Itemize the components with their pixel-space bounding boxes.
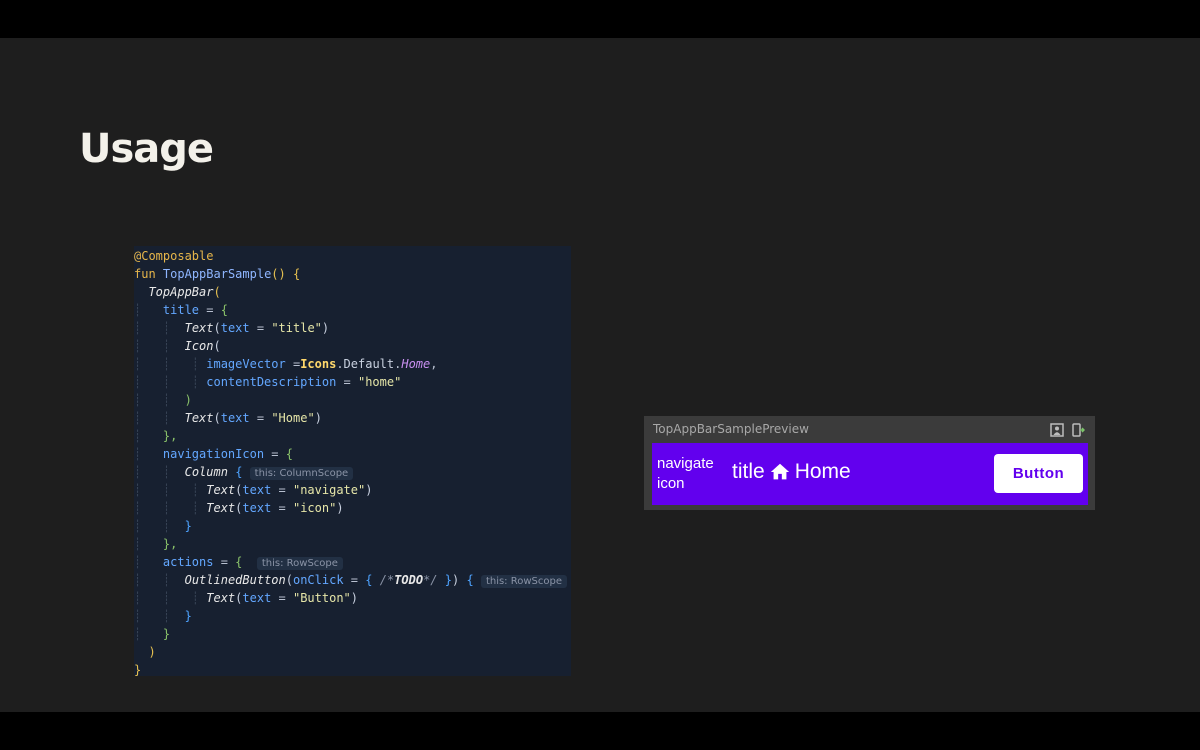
call-text: Text [206, 483, 236, 497]
code-line-18: ┊ actions = { this: RowScope [134, 553, 343, 571]
param-actions: actions [162, 555, 214, 569]
call-topappbar: TopAppBar [148, 285, 214, 299]
call-text: Text [206, 591, 236, 605]
call-icon: Icon [184, 339, 214, 353]
code-line-19: ┊ ┊ OutlinedButton(onClick = { /*TODO*/ … [134, 571, 567, 589]
inlay-hint: this: RowScope [256, 557, 343, 570]
annotation: @Composable [134, 249, 214, 263]
code-line-13: ┊ ┊ Column { this: ColumnScope [134, 463, 354, 481]
code-line-22: ┊ } [134, 627, 171, 641]
param-navigationicon: navigationIcon [162, 447, 265, 461]
string-literal: "Home" [271, 411, 315, 425]
param-text: text [242, 591, 272, 605]
code-line-17: ┊ }, [134, 537, 178, 551]
call-text: Text [206, 501, 236, 515]
string-literal: "home" [357, 375, 402, 389]
param-text: text [242, 501, 272, 515]
home-icon [769, 461, 791, 483]
member-default: Default [343, 357, 395, 371]
todo-comment: TODO [394, 573, 424, 587]
code-line-23: ) [148, 645, 156, 659]
code-line-4: ┊ title = { [134, 303, 228, 317]
home-text: Home [794, 460, 851, 483]
function-name: TopAppBarSample [162, 267, 272, 281]
code-line-24: } [134, 663, 142, 676]
param-text: text [220, 321, 250, 335]
call-column: Column [184, 465, 228, 479]
code-line-3: TopAppBar( [148, 285, 221, 299]
param-title: title [162, 303, 200, 317]
code-line-9: ┊ ┊ ) [134, 393, 192, 407]
preview-title: TopAppBarSamplePreview [653, 422, 809, 436]
code-line-15: ┊ ┊ ┊ Text(text = "icon") [134, 501, 344, 515]
code-line-14: ┊ ┊ ┊ Text(text = "navigate") [134, 483, 373, 497]
compose-preview-panel: TopAppBarSamplePreview navigate icon tit… [644, 416, 1095, 510]
param-imagevector: imageVector [206, 357, 286, 371]
param-text: text [242, 483, 272, 497]
call-text: Text [184, 321, 214, 335]
code-line-6: ┊ ┊ Icon( [134, 339, 221, 353]
code-line-11: ┊ }, [134, 429, 178, 443]
class-icons: Icons [300, 357, 337, 371]
outlined-button[interactable]: Button [994, 454, 1083, 493]
deploy-to-device-icon[interactable] [1071, 422, 1086, 437]
string-literal: "Button" [292, 591, 351, 605]
keyword-fun: fun [134, 267, 156, 281]
code-line-8: ┊ ┊ ┊ contentDescription = "home" [134, 375, 402, 389]
call-outlinedbutton: OutlinedButton [184, 573, 286, 587]
call-text: Text [184, 411, 214, 425]
app-bar-title: title Home [732, 460, 851, 484]
slide-title: Usage [79, 126, 214, 172]
title-text: title [732, 460, 765, 483]
nav-text-line-2: icon [657, 475, 685, 492]
code-line-16: ┊ ┊ } [134, 519, 192, 533]
interactive-mode-icon[interactable] [1050, 422, 1064, 437]
string-literal: "navigate" [292, 483, 366, 497]
code-line-7: ┊ ┊ ┊ imageVector =Icons.Default.Home, [134, 357, 438, 371]
code-line-2: fun TopAppBarSample() { [134, 267, 301, 281]
inlay-hint: this: ColumnScope [249, 467, 354, 480]
code-line-20: ┊ ┊ ┊ Text(text = "Button") [134, 591, 359, 605]
code-line-5: ┊ ┊ Text(text = "title") [134, 321, 330, 335]
code-line-1: @Composable [134, 247, 213, 265]
string-literal: "title" [271, 321, 322, 335]
member-home: Home [401, 357, 431, 371]
param-text: text [220, 411, 250, 425]
code-editor-panel[interactable]: @Composable fun TopAppBarSample() { TopA… [134, 246, 571, 676]
code-line-10: ┊ ┊ Text(text = "Home") [134, 411, 322, 425]
top-app-bar: navigate icon title Home Button [652, 443, 1088, 505]
code-line-21: ┊ ┊ } [134, 609, 192, 623]
param-contentdescription: contentDescription [206, 375, 337, 389]
nav-text-line-1: navigate [657, 455, 714, 472]
param-onclick: onClick [292, 573, 344, 587]
inlay-hint: this: RowScope [480, 575, 567, 588]
string-literal: "icon" [292, 501, 337, 515]
code-line-12: ┊ navigationIcon = { [134, 447, 293, 461]
slide: Usage @Composable fun TopAppBarSample() … [0, 38, 1200, 712]
navigation-icon-column[interactable]: navigate icon [657, 454, 714, 494]
